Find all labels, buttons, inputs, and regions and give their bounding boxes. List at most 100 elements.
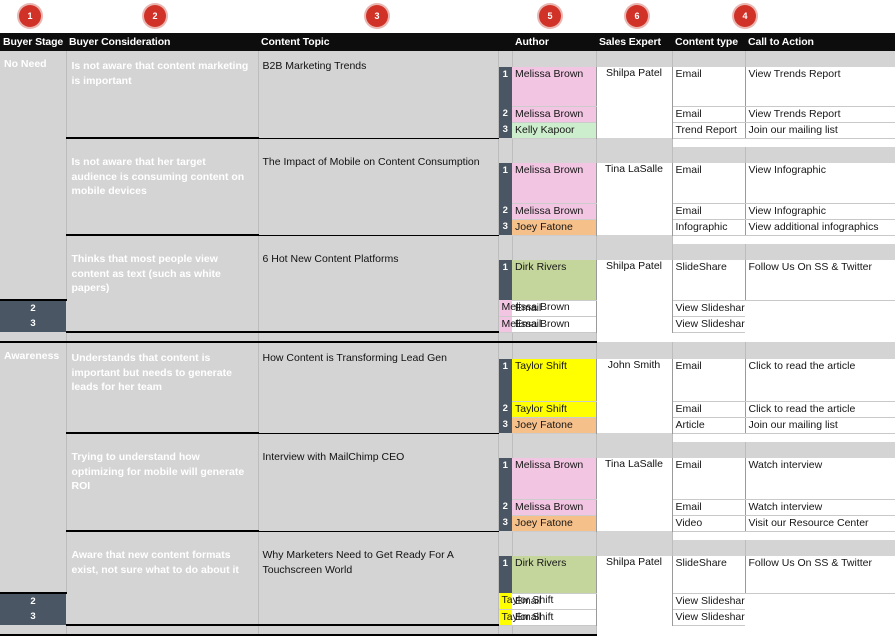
author-cell[interactable]: Dirk Rivers (512, 260, 596, 301)
call-to-action-cell[interactable]: Click to read the article (745, 359, 895, 402)
buyer-consideration-cell: Understands that content is important bu… (66, 342, 259, 434)
rank-badge: 2 (0, 300, 66, 316)
call-to-action-cell[interactable]: Click to read the article (745, 401, 895, 418)
spacer-cell (596, 147, 673, 155)
author-cell[interactable]: Melissa Brown (512, 106, 596, 123)
call-to-action-cell[interactable]: View Slideshare (672, 316, 745, 333)
author-cell[interactable]: Taylor Shift (512, 401, 596, 418)
call-to-action-cell[interactable]: View Infographic (745, 163, 895, 204)
spacer-cell (672, 342, 746, 351)
call-to-action-cell[interactable]: Watch interview (745, 458, 895, 500)
header-buyer-consideration: Buyer Consideration (66, 33, 258, 51)
spacer-cell (596, 442, 673, 450)
author-cell[interactable]: Melissa Brown (498, 316, 570, 333)
spacer-cell (512, 351, 597, 359)
author-cell[interactable]: Melissa Brown (512, 499, 596, 516)
header-call-to-action: Call to Action (745, 33, 895, 51)
call-to-action-cell[interactable]: Join our mailing list (745, 417, 895, 434)
author-cell[interactable]: Taylor Shift (498, 609, 553, 626)
author-cell[interactable]: Joey Fatone (512, 417, 596, 434)
author-cell[interactable]: Melissa Brown (512, 163, 596, 204)
callout-marker-6: 6 (626, 5, 648, 27)
spacer-row (0, 531, 895, 540)
content-matrix-table: Buyer Stage Buyer Consideration Content … (0, 33, 895, 636)
call-to-action-cell[interactable]: Join our mailing list (745, 122, 895, 139)
spacer-cell (498, 548, 513, 556)
call-to-action-cell[interactable]: View Slideshare (672, 609, 745, 626)
spacer-cell (0, 625, 67, 636)
spacer-row (0, 433, 895, 442)
call-to-action-cell[interactable]: View Trends Report (745, 67, 895, 107)
header-content-topic: Content Topic (258, 33, 498, 51)
spacer-row (0, 235, 895, 244)
author-cell[interactable]: Melissa Brown (498, 300, 570, 317)
spacer-cell (745, 59, 895, 67)
callout-marker-2: 2 (144, 5, 166, 27)
header-sales-expert: Sales Expert (596, 33, 672, 51)
spacer-row (0, 138, 895, 147)
call-to-action-cell[interactable]: View Trends Report (745, 106, 895, 123)
author-cell[interactable]: Joey Fatone (512, 515, 596, 532)
author-cell[interactable]: Taylor Shift (512, 359, 596, 402)
spacer-cell (512, 531, 597, 540)
spacer-cell (672, 548, 746, 556)
content-topic-cell: Why Marketers Need to Get Ready For A To… (258, 540, 499, 626)
spacer-cell (672, 155, 746, 163)
author-cell[interactable]: Taylor Shift (498, 593, 553, 610)
author-cell[interactable]: Melissa Brown (512, 67, 596, 107)
spacer-cell (512, 342, 597, 351)
spacer-cell (512, 59, 597, 67)
content-type-cell: Email (672, 359, 746, 402)
rank-badge: 3 (0, 316, 66, 332)
call-to-action-cell[interactable]: View Slideshare (672, 593, 745, 610)
buyer-consideration-cell: Is not aware that content marketing is i… (66, 51, 259, 139)
spacer-cell (512, 235, 597, 244)
spacer-cell (512, 548, 597, 556)
call-to-action-cell[interactable]: Follow Us On SS & Twitter (745, 260, 895, 301)
buyer-stage-cell: Awareness (0, 342, 67, 594)
sales-expert-cell: Tina LaSalle (595, 458, 673, 531)
spacer-cell (672, 147, 746, 155)
author-cell[interactable]: Kelly Kapoor (512, 122, 596, 139)
content-type-cell: Email (672, 163, 746, 204)
spacer-cell (596, 235, 673, 244)
spacer-cell (672, 442, 746, 450)
spacer-cell (66, 531, 259, 540)
spacer-cell (596, 252, 673, 260)
spacer-cell (258, 625, 499, 636)
spacer-row: Trying to understand how optimizing for … (0, 442, 895, 532)
header-author-spacer (498, 33, 512, 51)
spacer-cell (745, 450, 895, 458)
spacer-cell (498, 147, 513, 155)
spacer-cell (596, 531, 673, 540)
sales-expert-cell: Shilpa Patel (595, 556, 673, 625)
rank-badge: 2 (0, 593, 66, 609)
spacer-cell (672, 59, 746, 67)
spacer-cell (596, 351, 673, 359)
call-to-action-cell[interactable]: View Slideshare (672, 300, 745, 317)
call-to-action-cell[interactable]: View Infographic (745, 203, 895, 220)
call-to-action-cell[interactable]: Visit our Resource Center (745, 515, 895, 532)
author-cell[interactable]: Melissa Brown (512, 458, 596, 500)
spacer-cell (596, 244, 673, 252)
spacer-cell (498, 51, 513, 59)
spacer-cell (498, 531, 513, 540)
buyer-consideration-cell: Trying to understand how optimizing for … (66, 442, 259, 532)
spacer-cell (512, 252, 597, 260)
call-to-action-cell[interactable]: Watch interview (745, 499, 895, 516)
callout-marker-4: 4 (734, 5, 756, 27)
author-cell[interactable]: Joey Fatone (512, 219, 596, 236)
spacer-cell (498, 450, 513, 458)
content-type-cell: Infographic (672, 219, 746, 236)
spacer-cell (66, 625, 259, 636)
header-buyer-stage: Buyer Stage (0, 33, 66, 51)
rank-badge: 2 (498, 106, 512, 122)
spacer-cell (745, 147, 895, 155)
content-type-cell: Email (672, 458, 746, 500)
call-to-action-cell[interactable]: View additional infographics (745, 219, 895, 236)
author-cell[interactable]: Dirk Rivers (512, 556, 596, 594)
rank-badge: 2 (498, 203, 512, 219)
call-to-action-cell[interactable]: Follow Us On SS & Twitter (745, 556, 895, 594)
content-type-cell: Email (672, 203, 746, 220)
author-cell[interactable]: Melissa Brown (512, 203, 596, 220)
